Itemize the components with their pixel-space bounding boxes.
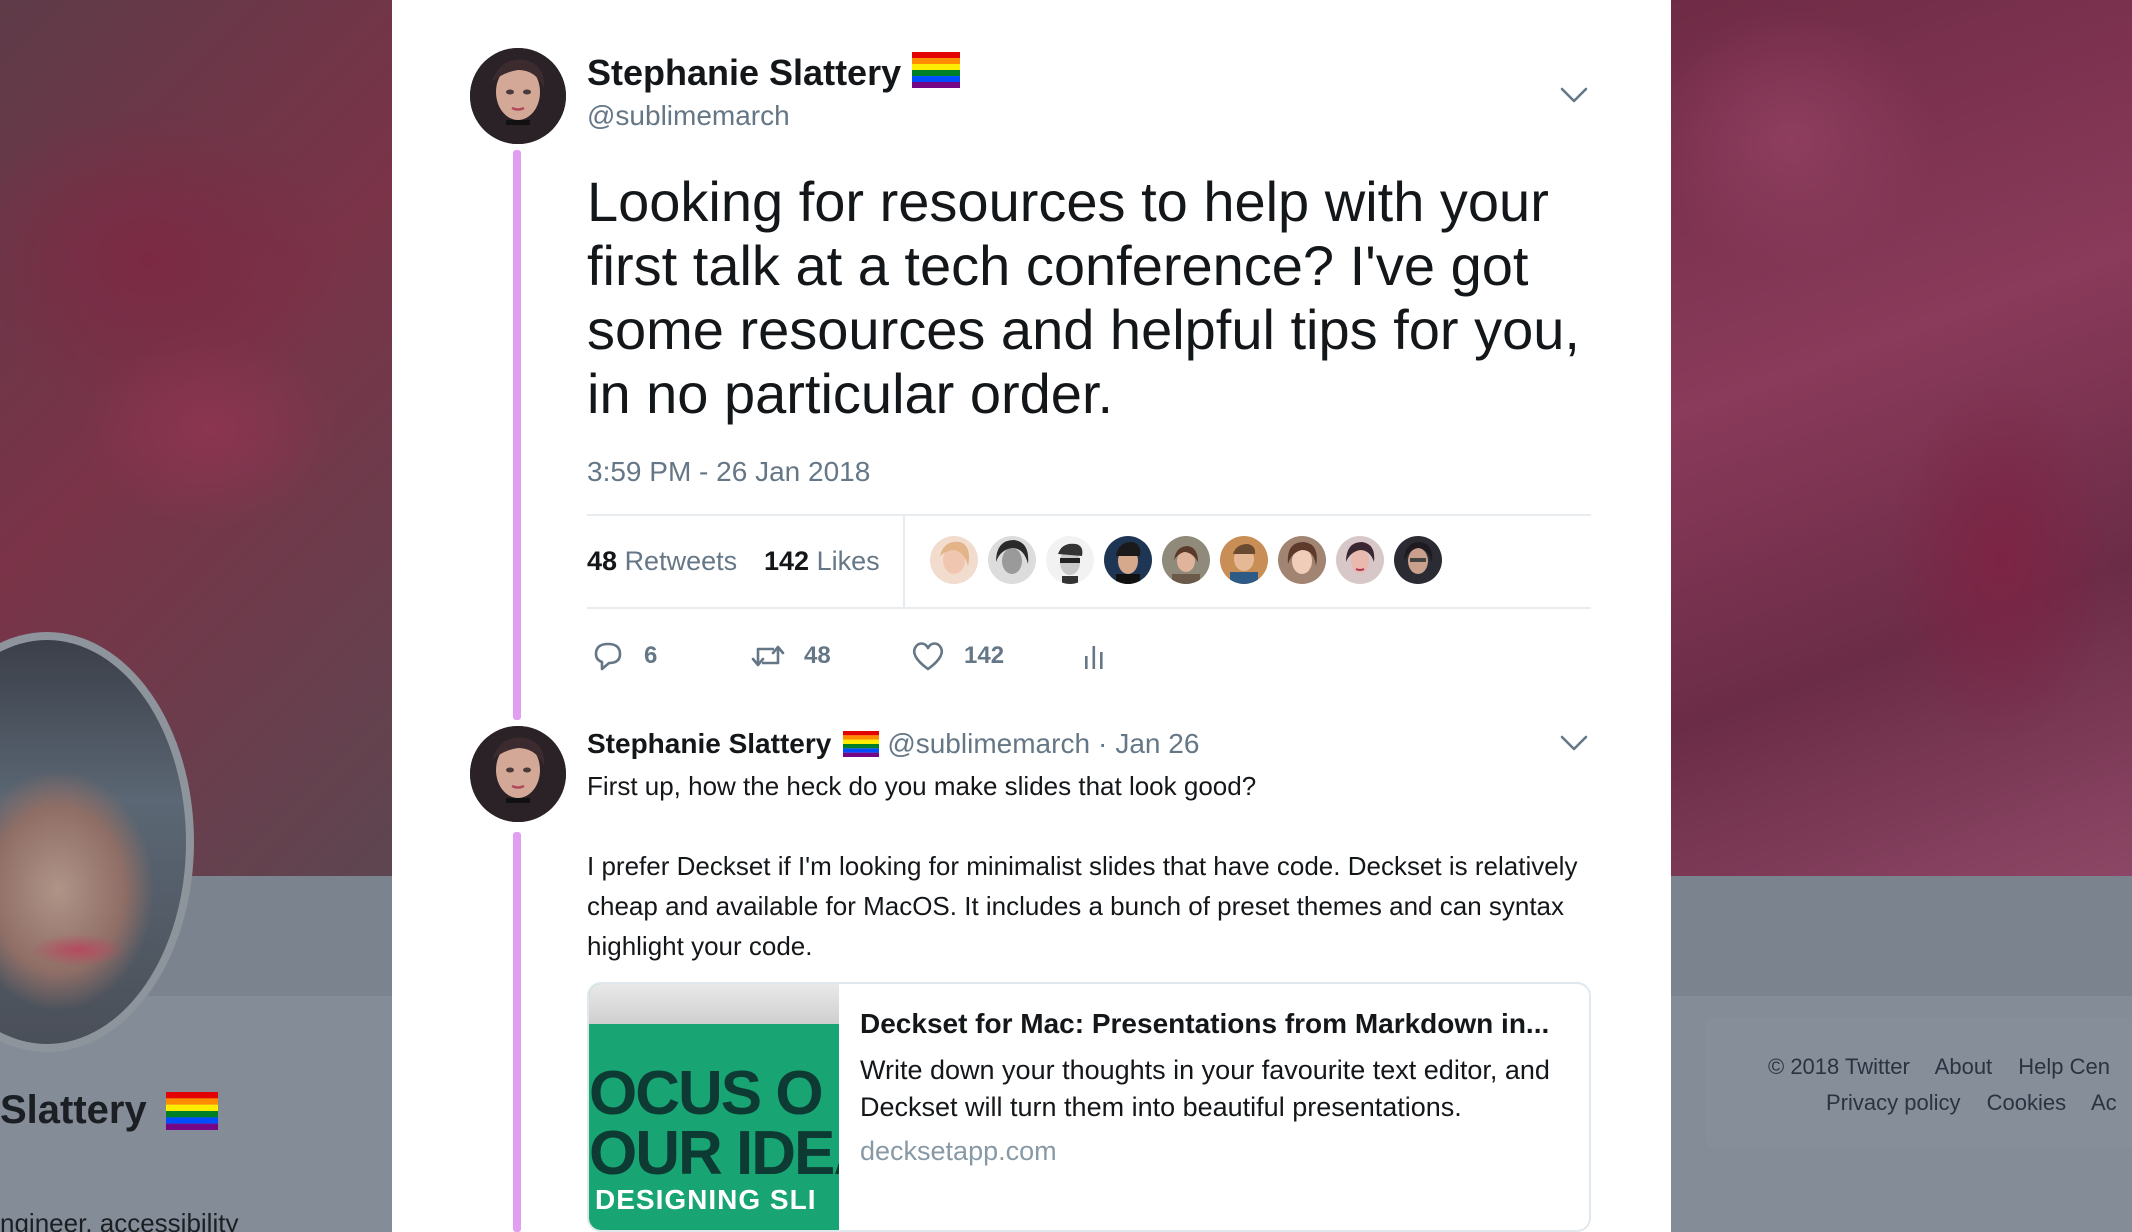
thumbnail-text: DESIGNING SLI [595, 1184, 817, 1215]
reply-author-handle[interactable]: @sublimemarch [887, 728, 1090, 760]
reply-author-display-name[interactable]: Stephanie Slattery [587, 728, 831, 760]
retweets-count: 48 [587, 546, 618, 576]
heart-icon [912, 642, 944, 671]
reply-tweet-header: Stephanie Slattery @sublimemarch · Jan 2… [587, 728, 1199, 760]
rainbow-flag-icon [843, 731, 880, 757]
reply-date[interactable]: Jan 26 [1115, 728, 1199, 760]
thumbnail-text: OUR IDEA [589, 1119, 839, 1188]
thread-connector-line [513, 150, 521, 720]
rainbow-flag-icon [166, 1092, 218, 1130]
liker-avatar[interactable] [1278, 536, 1326, 584]
likes-stat[interactable]: 142 Likes [764, 546, 880, 577]
chevron-down-icon[interactable] [1560, 734, 1588, 752]
tweet-timestamp[interactable]: 3:59 PM - 26 Jan 2018 [587, 456, 870, 488]
profile-name: Slattery [0, 1088, 147, 1132]
divider [587, 514, 1591, 516]
likes-label: Likes [816, 546, 880, 576]
bar-chart-icon [1085, 646, 1103, 669]
chevron-down-icon[interactable] [1560, 86, 1588, 104]
author-display-name[interactable]: Stephanie Slattery [587, 52, 901, 94]
analytics-button[interactable] [1076, 638, 1112, 674]
retweet-button[interactable]: 48 [750, 638, 831, 674]
like-count: 142 [964, 642, 1005, 669]
profile-header-image-right [1671, 0, 2132, 876]
thread-connector-line [513, 832, 521, 1232]
speech-bubble-icon [594, 642, 622, 671]
retweets-label: Retweets [624, 546, 738, 576]
avatar[interactable] [470, 48, 566, 144]
footer-link-ads[interactable]: Ac [2091, 1090, 2117, 1115]
footer-copyright: © 2018 Twitter [1768, 1054, 1910, 1079]
retweet-arrows-icon [751, 645, 785, 667]
liker-avatar[interactable] [1220, 536, 1268, 584]
profile-nav-strip-right [1671, 876, 2132, 996]
stats-separator [903, 516, 905, 607]
reply-count: 6 [644, 642, 658, 669]
meta-separator: · [1098, 728, 1108, 759]
liker-avatar[interactable] [1394, 536, 1442, 584]
liker-avatars [930, 536, 1442, 584]
liker-avatar[interactable] [988, 536, 1036, 584]
retweet-count: 48 [804, 642, 831, 669]
footer-link-privacy[interactable]: Privacy policy [1826, 1090, 1960, 1115]
reply-paragraph: I prefer Deckset if I'm looking for mini… [587, 851, 1578, 961]
footer-link-about[interactable]: About [1935, 1054, 1993, 1079]
like-button[interactable]: 142 [910, 638, 1004, 674]
author-handle[interactable]: @sublimemarch [587, 100, 790, 132]
footer-links-row-1: © 2018 Twitter About Help Cen [1768, 1054, 2130, 1080]
liker-avatar[interactable] [1104, 536, 1152, 584]
card-domain[interactable]: decksetapp.com [860, 1136, 1057, 1167]
card-description: Write down your thoughts in your favouri… [860, 1055, 1550, 1122]
footer-link-help[interactable]: Help Cen [2018, 1054, 2110, 1079]
footer-link-cookies[interactable]: Cookies [1987, 1090, 2066, 1115]
rainbow-flag-icon [912, 52, 960, 88]
card-title[interactable]: Deckset for Mac: Presentations from Mark… [860, 1008, 1580, 1040]
reply-paragraph: First up, how the heck do you make slide… [587, 771, 1257, 801]
liker-avatar[interactable] [1162, 536, 1210, 584]
thumbnail-browser-bar [589, 984, 839, 1024]
reply-button[interactable]: 6 [590, 638, 657, 674]
card-thumbnail: OCUS O OUR IDEA DESIGNING SLI [589, 984, 839, 1230]
liker-avatar[interactable] [1336, 536, 1384, 584]
likes-count: 142 [764, 546, 810, 576]
divider [587, 607, 1591, 609]
avatar[interactable] [470, 726, 566, 822]
link-preview-card[interactable]: OCUS O OUR IDEA DESIGNING SLI Deckset fo… [587, 982, 1591, 1232]
reply-tweet-text: First up, how the heck do you make slide… [587, 766, 1587, 1006]
footer-links-row-2: Privacy policy Cookies Ac [1826, 1090, 2132, 1116]
footer-module [1706, 1018, 2132, 1148]
liker-avatar[interactable] [1046, 536, 1094, 584]
tweet-text: Looking for resources to help with your … [587, 170, 1580, 425]
retweets-stat[interactable]: 48 Retweets [587, 546, 737, 577]
profile-bio: ngineer, accessibility [0, 1208, 239, 1232]
liker-avatar[interactable] [930, 536, 978, 584]
